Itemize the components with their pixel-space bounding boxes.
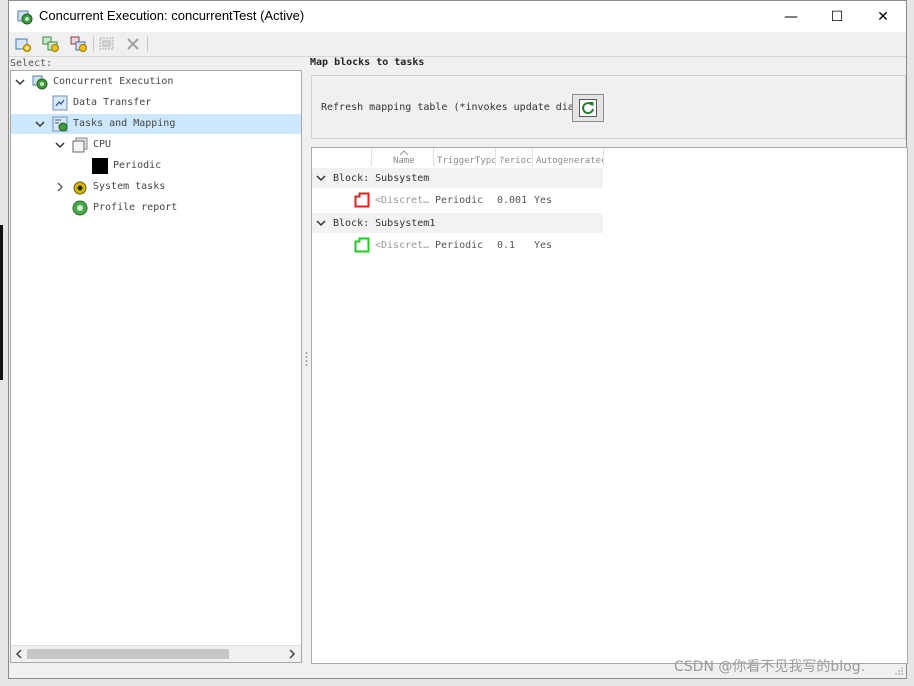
- tree-item-label: Concurrent Execution: [53, 76, 174, 87]
- toolbar: [9, 32, 906, 57]
- table-row[interactable]: <Discret… Periodic 0.1 Yes: [312, 234, 603, 256]
- tree-item-label: Data Transfer: [73, 97, 152, 108]
- column-header-period[interactable]: ?erioc: [495, 148, 532, 166]
- tasks-mapping-icon: [52, 116, 68, 132]
- window-title: Concurrent Execution: concurrentTest (Ac…: [39, 8, 305, 23]
- chevron-down-icon[interactable]: [54, 139, 66, 151]
- group-label: Block: Subsystem1: [333, 218, 436, 229]
- delete-button[interactable]: [123, 35, 143, 53]
- tree-item-data-transfer[interactable]: Data Transfer: [11, 93, 301, 113]
- black-square-icon: [92, 158, 108, 174]
- tree-item-cpu[interactable]: CPU: [11, 135, 301, 155]
- cell-trigger: Periodic: [435, 195, 484, 206]
- cell-auto: Yes: [534, 240, 553, 251]
- concurrent-execution-window: Concurrent Execution: concurrentTest (Ac…: [8, 0, 908, 679]
- add-trigger-icon: [70, 36, 87, 52]
- splitter-grip[interactable]: [305, 351, 308, 369]
- select-label: Select:: [10, 58, 53, 69]
- concurrent-gear-icon: [32, 74, 48, 90]
- data-transfer-icon: [52, 95, 68, 111]
- add-task-button[interactable]: [13, 35, 33, 53]
- tree-item-label: Periodic: [113, 160, 162, 171]
- cell-name: <Discret…: [375, 195, 430, 206]
- refresh-mapping-button[interactable]: [572, 94, 604, 122]
- discrete-block-red-icon: [354, 192, 370, 208]
- column-header-label: TriggerTypc: [437, 156, 495, 166]
- desktop-background-right: [907, 0, 914, 686]
- mapping-table: Name TriggerTypc ?erioc Autogeneratec Bl…: [311, 147, 908, 664]
- scrollbar-thumb[interactable]: [27, 649, 229, 659]
- profile-report-icon: [72, 200, 88, 216]
- add-subtask-button[interactable]: [41, 35, 61, 53]
- add-trigger-button[interactable]: [69, 35, 89, 53]
- discrete-block-green-icon: [354, 237, 370, 253]
- tree-item-profile-report[interactable]: Profile report: [11, 198, 301, 218]
- edit-button[interactable]: [97, 35, 117, 53]
- group-row-subsystem[interactable]: Block: Subsystem: [312, 168, 603, 188]
- cpu-icon: [72, 137, 88, 153]
- add-child-icon: [42, 36, 59, 52]
- chevron-down-icon[interactable]: [34, 118, 46, 130]
- tree-item-label: Profile report: [93, 202, 178, 213]
- resize-grip-icon[interactable]: [894, 666, 904, 676]
- watermark: CSDN @你看不见我写的blog.: [674, 659, 866, 675]
- refresh-label: Refresh mapping table (*invokes update d…: [321, 102, 604, 113]
- system-tasks-icon: [72, 179, 88, 195]
- horizontal-scrollbar[interactable]: [11, 645, 301, 662]
- chevron-down-icon[interactable]: [315, 172, 327, 184]
- tree-item-tasks-and-mapping[interactable]: Tasks and Mapping: [11, 114, 301, 134]
- tree-item-label: Tasks and Mapping: [73, 118, 176, 129]
- column-header-autogenerated[interactable]: Autogeneratec: [532, 148, 604, 166]
- tree-item-label: System tasks: [93, 181, 166, 192]
- cell-name: <Discret…: [375, 240, 430, 251]
- chevron-down-icon[interactable]: [14, 76, 26, 88]
- panel-title: Map blocks to tasks: [310, 57, 425, 68]
- toolbar-separator: [93, 36, 94, 52]
- column-header-trigger-type[interactable]: TriggerTypc: [433, 148, 495, 166]
- chevron-down-icon[interactable]: [315, 217, 327, 229]
- column-header-name[interactable]: Name: [371, 148, 433, 166]
- title-bar: Concurrent Execution: concurrentTest (Ac…: [9, 1, 906, 32]
- table-row[interactable]: <Discret… Periodic 0.001 Yes: [312, 189, 603, 211]
- maximize-button[interactable]: ☐: [814, 1, 860, 32]
- scroll-left-icon[interactable]: [14, 648, 24, 663]
- cell-period: 0.1: [497, 240, 516, 251]
- column-header-label: ?erioc: [499, 156, 532, 166]
- concurrent-gear-icon: [17, 10, 33, 25]
- tree-item-label: CPU: [93, 139, 112, 150]
- chevron-right-icon[interactable]: [54, 181, 66, 193]
- cell-auto: Yes: [534, 195, 553, 206]
- close-button[interactable]: ✕: [860, 1, 906, 32]
- delete-x-icon: [127, 38, 139, 50]
- desktop-fragment: [0, 225, 3, 380]
- tree-item-system-tasks[interactable]: System tasks: [11, 177, 301, 197]
- toolbar-separator: [147, 36, 148, 52]
- add-node-icon: [15, 38, 31, 52]
- column-header-label: Autogeneratec: [536, 156, 604, 166]
- tree-item-periodic[interactable]: Periodic: [11, 156, 301, 176]
- desktop-background-bottom: [0, 679, 914, 686]
- refresh-group: Refresh mapping table (*invokes update d…: [311, 75, 906, 139]
- edit-icon: [99, 37, 114, 50]
- navigation-tree: Concurrent Execution Data Transfer Tasks…: [10, 70, 302, 663]
- cell-period: 0.001: [497, 195, 528, 206]
- group-row-subsystem1[interactable]: Block: Subsystem1: [312, 213, 603, 233]
- scroll-right-icon[interactable]: [287, 648, 297, 663]
- tree-item-concurrent-execution[interactable]: Concurrent Execution: [11, 72, 301, 92]
- column-header-label: Name: [393, 156, 415, 166]
- refresh-arrow-icon: [579, 99, 597, 117]
- cell-trigger: Periodic: [435, 240, 484, 251]
- group-label: Block: Subsystem: [333, 173, 430, 184]
- minimize-button[interactable]: —: [768, 1, 814, 32]
